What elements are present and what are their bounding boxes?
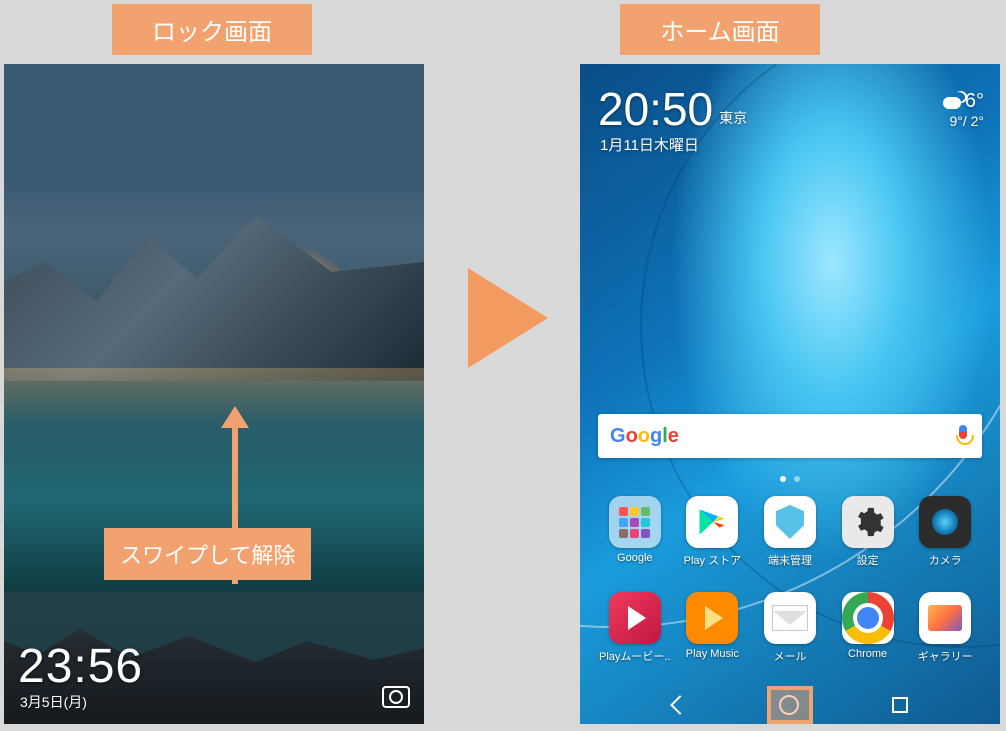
mail-icon <box>764 592 816 644</box>
home-screen[interactable]: 20:50 東京 1月11日木曜日 6° 9°/ 2° Google Googl… <box>580 64 1000 724</box>
phone-manager-icon <box>764 496 816 548</box>
app-chrome[interactable]: Chrome <box>831 592 905 664</box>
home-button[interactable] <box>779 695 799 715</box>
home-date: 1月11日木曜日 <box>600 134 699 155</box>
transition-arrow-icon <box>468 268 548 368</box>
app-google-folder[interactable]: Google <box>598 496 672 568</box>
app-play-movies[interactable]: Playムービー.. <box>598 592 672 664</box>
google-folder-icon <box>609 496 661 548</box>
lock-screen-label: ロック画面 <box>112 4 312 55</box>
app-label: Play Music <box>686 648 739 660</box>
weather-icon <box>943 97 961 109</box>
chrome-icon <box>842 592 894 644</box>
lock-screen[interactable]: 23:56 3月5日(月) <box>4 64 424 724</box>
home-time: 20:50 <box>598 82 713 136</box>
app-grid: Google Play ストア 端末管理 設定 カメラ Playムービー.. Play Mu… <box>598 496 982 664</box>
app-label: Play ストア <box>684 552 741 568</box>
google-search-bar[interactable]: Google <box>598 414 982 458</box>
weather-temp: 6° <box>965 90 984 112</box>
settings-icon <box>842 496 894 548</box>
camera-icon <box>919 496 971 548</box>
app-label: 設定 <box>857 552 879 568</box>
app-play-store[interactable]: Play ストア <box>676 496 750 568</box>
mic-icon[interactable] <box>956 425 970 447</box>
app-play-music[interactable]: Play Music <box>676 592 750 664</box>
app-label: Playムービー.. <box>599 648 671 664</box>
play-store-icon <box>686 496 738 548</box>
lock-date: 3月5日(月) <box>20 692 87 712</box>
app-label: メール <box>773 648 806 664</box>
play-movies-icon <box>609 592 661 644</box>
play-music-icon <box>686 592 738 644</box>
app-label: ギャラリー <box>918 648 973 664</box>
page-indicator <box>780 476 800 482</box>
recents-button[interactable] <box>892 697 908 713</box>
app-camera[interactable]: カメラ <box>908 496 982 568</box>
google-logo: Google <box>610 425 679 448</box>
clock-widget[interactable]: 20:50 東京 <box>598 82 747 136</box>
camera-icon[interactable] <box>382 686 410 708</box>
app-settings[interactable]: 設定 <box>831 496 905 568</box>
weather-range: 9°/ 2° <box>943 113 984 129</box>
app-label: Chrome <box>848 648 887 660</box>
weather-widget[interactable]: 6° 9°/ 2° <box>943 90 984 129</box>
app-gallery[interactable]: ギャラリー <box>908 592 982 664</box>
app-label: カメラ <box>929 552 962 568</box>
app-mail[interactable]: メール <box>753 592 827 664</box>
app-label: 端末管理 <box>768 552 812 568</box>
navigation-bar <box>580 686 1000 724</box>
gallery-icon <box>919 592 971 644</box>
app-label: Google <box>617 552 652 564</box>
swipe-hint-label: スワイプして解除 <box>104 528 311 580</box>
back-button[interactable] <box>670 695 690 715</box>
home-screen-label: ホーム画面 <box>620 4 820 55</box>
lock-time: 23:56 <box>18 639 143 694</box>
home-city: 東京 <box>719 108 747 128</box>
app-phone-manager[interactable]: 端末管理 <box>753 496 827 568</box>
